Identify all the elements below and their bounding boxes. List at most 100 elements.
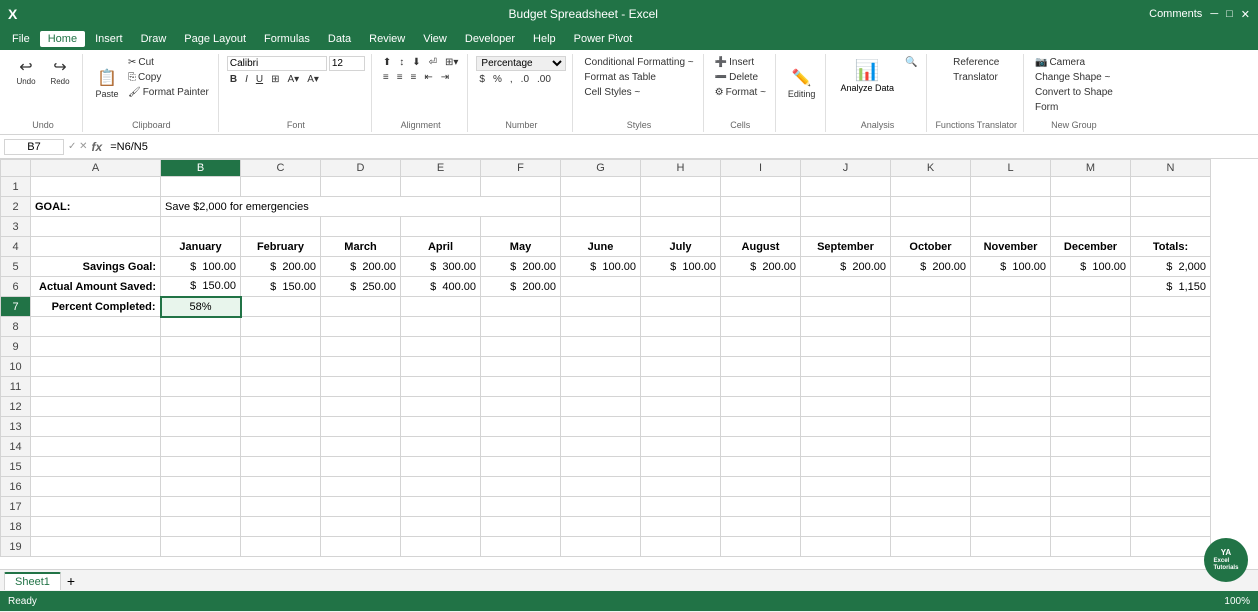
sheet-tab-sheet1[interactable]: Sheet1 bbox=[4, 572, 61, 590]
cell-j4[interactable]: September bbox=[801, 237, 891, 257]
cell-j5[interactable]: $ 200.00 bbox=[801, 257, 891, 277]
cell-n2[interactable] bbox=[1131, 197, 1211, 217]
cell-g7[interactable] bbox=[561, 297, 641, 317]
cell-m4[interactable]: December bbox=[1051, 237, 1131, 257]
cell-k1[interactable] bbox=[891, 177, 971, 197]
col-header-n[interactable]: N bbox=[1131, 160, 1211, 177]
cell-i5[interactable]: $ 200.00 bbox=[721, 257, 801, 277]
sheet-area[interactable]: A B C D E F G H I J K L M N bbox=[0, 159, 1258, 569]
convert-to-shape-button[interactable]: Convert to Shape bbox=[1032, 86, 1116, 99]
cell-c1[interactable] bbox=[241, 177, 321, 197]
align-center-button[interactable]: ≡ bbox=[394, 71, 406, 84]
increase-decimal-button[interactable]: .00 bbox=[534, 73, 554, 86]
border-button[interactable]: ⊞ bbox=[268, 73, 282, 86]
format-painter-button[interactable]: 🖌 Format Painter bbox=[125, 86, 212, 99]
cell-e6[interactable]: $ 400.00 bbox=[401, 277, 481, 297]
menu-data[interactable]: Data bbox=[320, 31, 359, 47]
font-size-input[interactable] bbox=[329, 56, 365, 71]
cell-a3[interactable] bbox=[31, 217, 161, 237]
col-header-h[interactable]: H bbox=[641, 160, 721, 177]
cell-a5[interactable]: Savings Goal: bbox=[31, 257, 161, 277]
col-header-j[interactable]: J bbox=[801, 160, 891, 177]
cell-g1[interactable] bbox=[561, 177, 641, 197]
cell-l2[interactable] bbox=[971, 197, 1051, 217]
increase-indent-button[interactable]: ⇥ bbox=[438, 71, 452, 84]
redo-button[interactable]: ↪ Redo bbox=[44, 56, 76, 88]
cell-i6[interactable] bbox=[721, 277, 801, 297]
cell-k7[interactable] bbox=[891, 297, 971, 317]
format-cells-button[interactable]: ⚙ Format ~ bbox=[712, 86, 769, 99]
cell-n5[interactable]: $ 2,000 bbox=[1131, 257, 1211, 277]
cell-b6[interactable]: $ 150.00 bbox=[161, 277, 241, 297]
cut-button[interactable]: ✂ Cut bbox=[125, 56, 212, 69]
cell-h1[interactable] bbox=[641, 177, 721, 197]
cell-f4[interactable]: May bbox=[481, 237, 561, 257]
cell-k6[interactable] bbox=[891, 277, 971, 297]
underline-button[interactable]: U bbox=[253, 73, 266, 86]
cell-h7[interactable] bbox=[641, 297, 721, 317]
cell-h4[interactable]: July bbox=[641, 237, 721, 257]
menu-help[interactable]: Help bbox=[525, 31, 564, 47]
close-button[interactable]: ✕ bbox=[1241, 8, 1250, 21]
copy-button[interactable]: ⎘ Copy bbox=[125, 71, 212, 84]
cell-g5[interactable]: $ 100.00 bbox=[561, 257, 641, 277]
cell-c7[interactable] bbox=[241, 297, 321, 317]
decrease-decimal-button[interactable]: .0 bbox=[518, 73, 532, 86]
comments-button[interactable]: Comments bbox=[1149, 8, 1202, 20]
cell-n6[interactable]: $ 1,150 bbox=[1131, 277, 1211, 297]
cell-l4[interactable]: November bbox=[971, 237, 1051, 257]
align-bottom-button[interactable]: ⬇ bbox=[409, 56, 423, 69]
delete-cells-button[interactable]: ➖ Delete bbox=[712, 71, 761, 84]
menu-file[interactable]: File bbox=[4, 31, 38, 47]
cell-m2[interactable] bbox=[1051, 197, 1131, 217]
analyze-data-button[interactable]: 📊 Analyze Data bbox=[834, 56, 900, 95]
bold-button[interactable]: B bbox=[227, 73, 240, 86]
cell-c6[interactable]: $ 150.00 bbox=[241, 277, 321, 297]
cell-m1[interactable] bbox=[1051, 177, 1131, 197]
menu-insert[interactable]: Insert bbox=[87, 31, 131, 47]
cell-f7[interactable] bbox=[481, 297, 561, 317]
cell-l6[interactable] bbox=[971, 277, 1051, 297]
cell-b3[interactable] bbox=[161, 217, 241, 237]
col-header-b[interactable]: B bbox=[161, 160, 241, 177]
cell-f5[interactable]: $ 200.00 bbox=[481, 257, 561, 277]
cell-k4[interactable]: October bbox=[891, 237, 971, 257]
cell-m6[interactable] bbox=[1051, 277, 1131, 297]
cell-k5[interactable]: $ 200.00 bbox=[891, 257, 971, 277]
cell-m3[interactable] bbox=[1051, 217, 1131, 237]
cell-d1[interactable] bbox=[321, 177, 401, 197]
cell-l3[interactable] bbox=[971, 217, 1051, 237]
comma-button[interactable]: , bbox=[507, 73, 516, 86]
cell-i4[interactable]: August bbox=[721, 237, 801, 257]
cell-a1[interactable] bbox=[31, 177, 161, 197]
search-button[interactable]: 🔍 bbox=[902, 56, 920, 69]
font-color-button[interactable]: A▾ bbox=[304, 73, 322, 86]
cell-f3[interactable] bbox=[481, 217, 561, 237]
cell-d7[interactable] bbox=[321, 297, 401, 317]
col-header-e[interactable]: E bbox=[401, 160, 481, 177]
cell-a2[interactable]: GOAL: bbox=[31, 197, 161, 217]
conditional-formatting-button[interactable]: Conditional Formatting ~ bbox=[581, 56, 696, 69]
accounting-button[interactable]: $ bbox=[476, 73, 488, 86]
cell-n7[interactable] bbox=[1131, 297, 1211, 317]
cell-g2[interactable] bbox=[561, 197, 641, 217]
col-header-k[interactable]: K bbox=[891, 160, 971, 177]
editing-button[interactable]: ✏️ Editing bbox=[784, 56, 820, 112]
cell-f6[interactable]: $ 200.00 bbox=[481, 277, 561, 297]
cell-f1[interactable] bbox=[481, 177, 561, 197]
col-header-l[interactable]: L bbox=[971, 160, 1051, 177]
undo-button[interactable]: ↩ Undo bbox=[10, 56, 42, 88]
maximize-button[interactable]: □ bbox=[1226, 8, 1233, 20]
menu-formulas[interactable]: Formulas bbox=[256, 31, 318, 47]
cell-d5[interactable]: $ 200.00 bbox=[321, 257, 401, 277]
cell-b7[interactable]: 58% bbox=[161, 297, 241, 317]
cell-j6[interactable] bbox=[801, 277, 891, 297]
cell-n1[interactable] bbox=[1131, 177, 1211, 197]
cell-e4[interactable]: April bbox=[401, 237, 481, 257]
cell-e3[interactable] bbox=[401, 217, 481, 237]
cell-j1[interactable] bbox=[801, 177, 891, 197]
cell-e7[interactable] bbox=[401, 297, 481, 317]
cell-reference-input[interactable] bbox=[4, 139, 64, 155]
cell-styles-button[interactable]: Cell Styles ~ bbox=[581, 86, 643, 99]
align-left-button[interactable]: ≡ bbox=[380, 71, 392, 84]
